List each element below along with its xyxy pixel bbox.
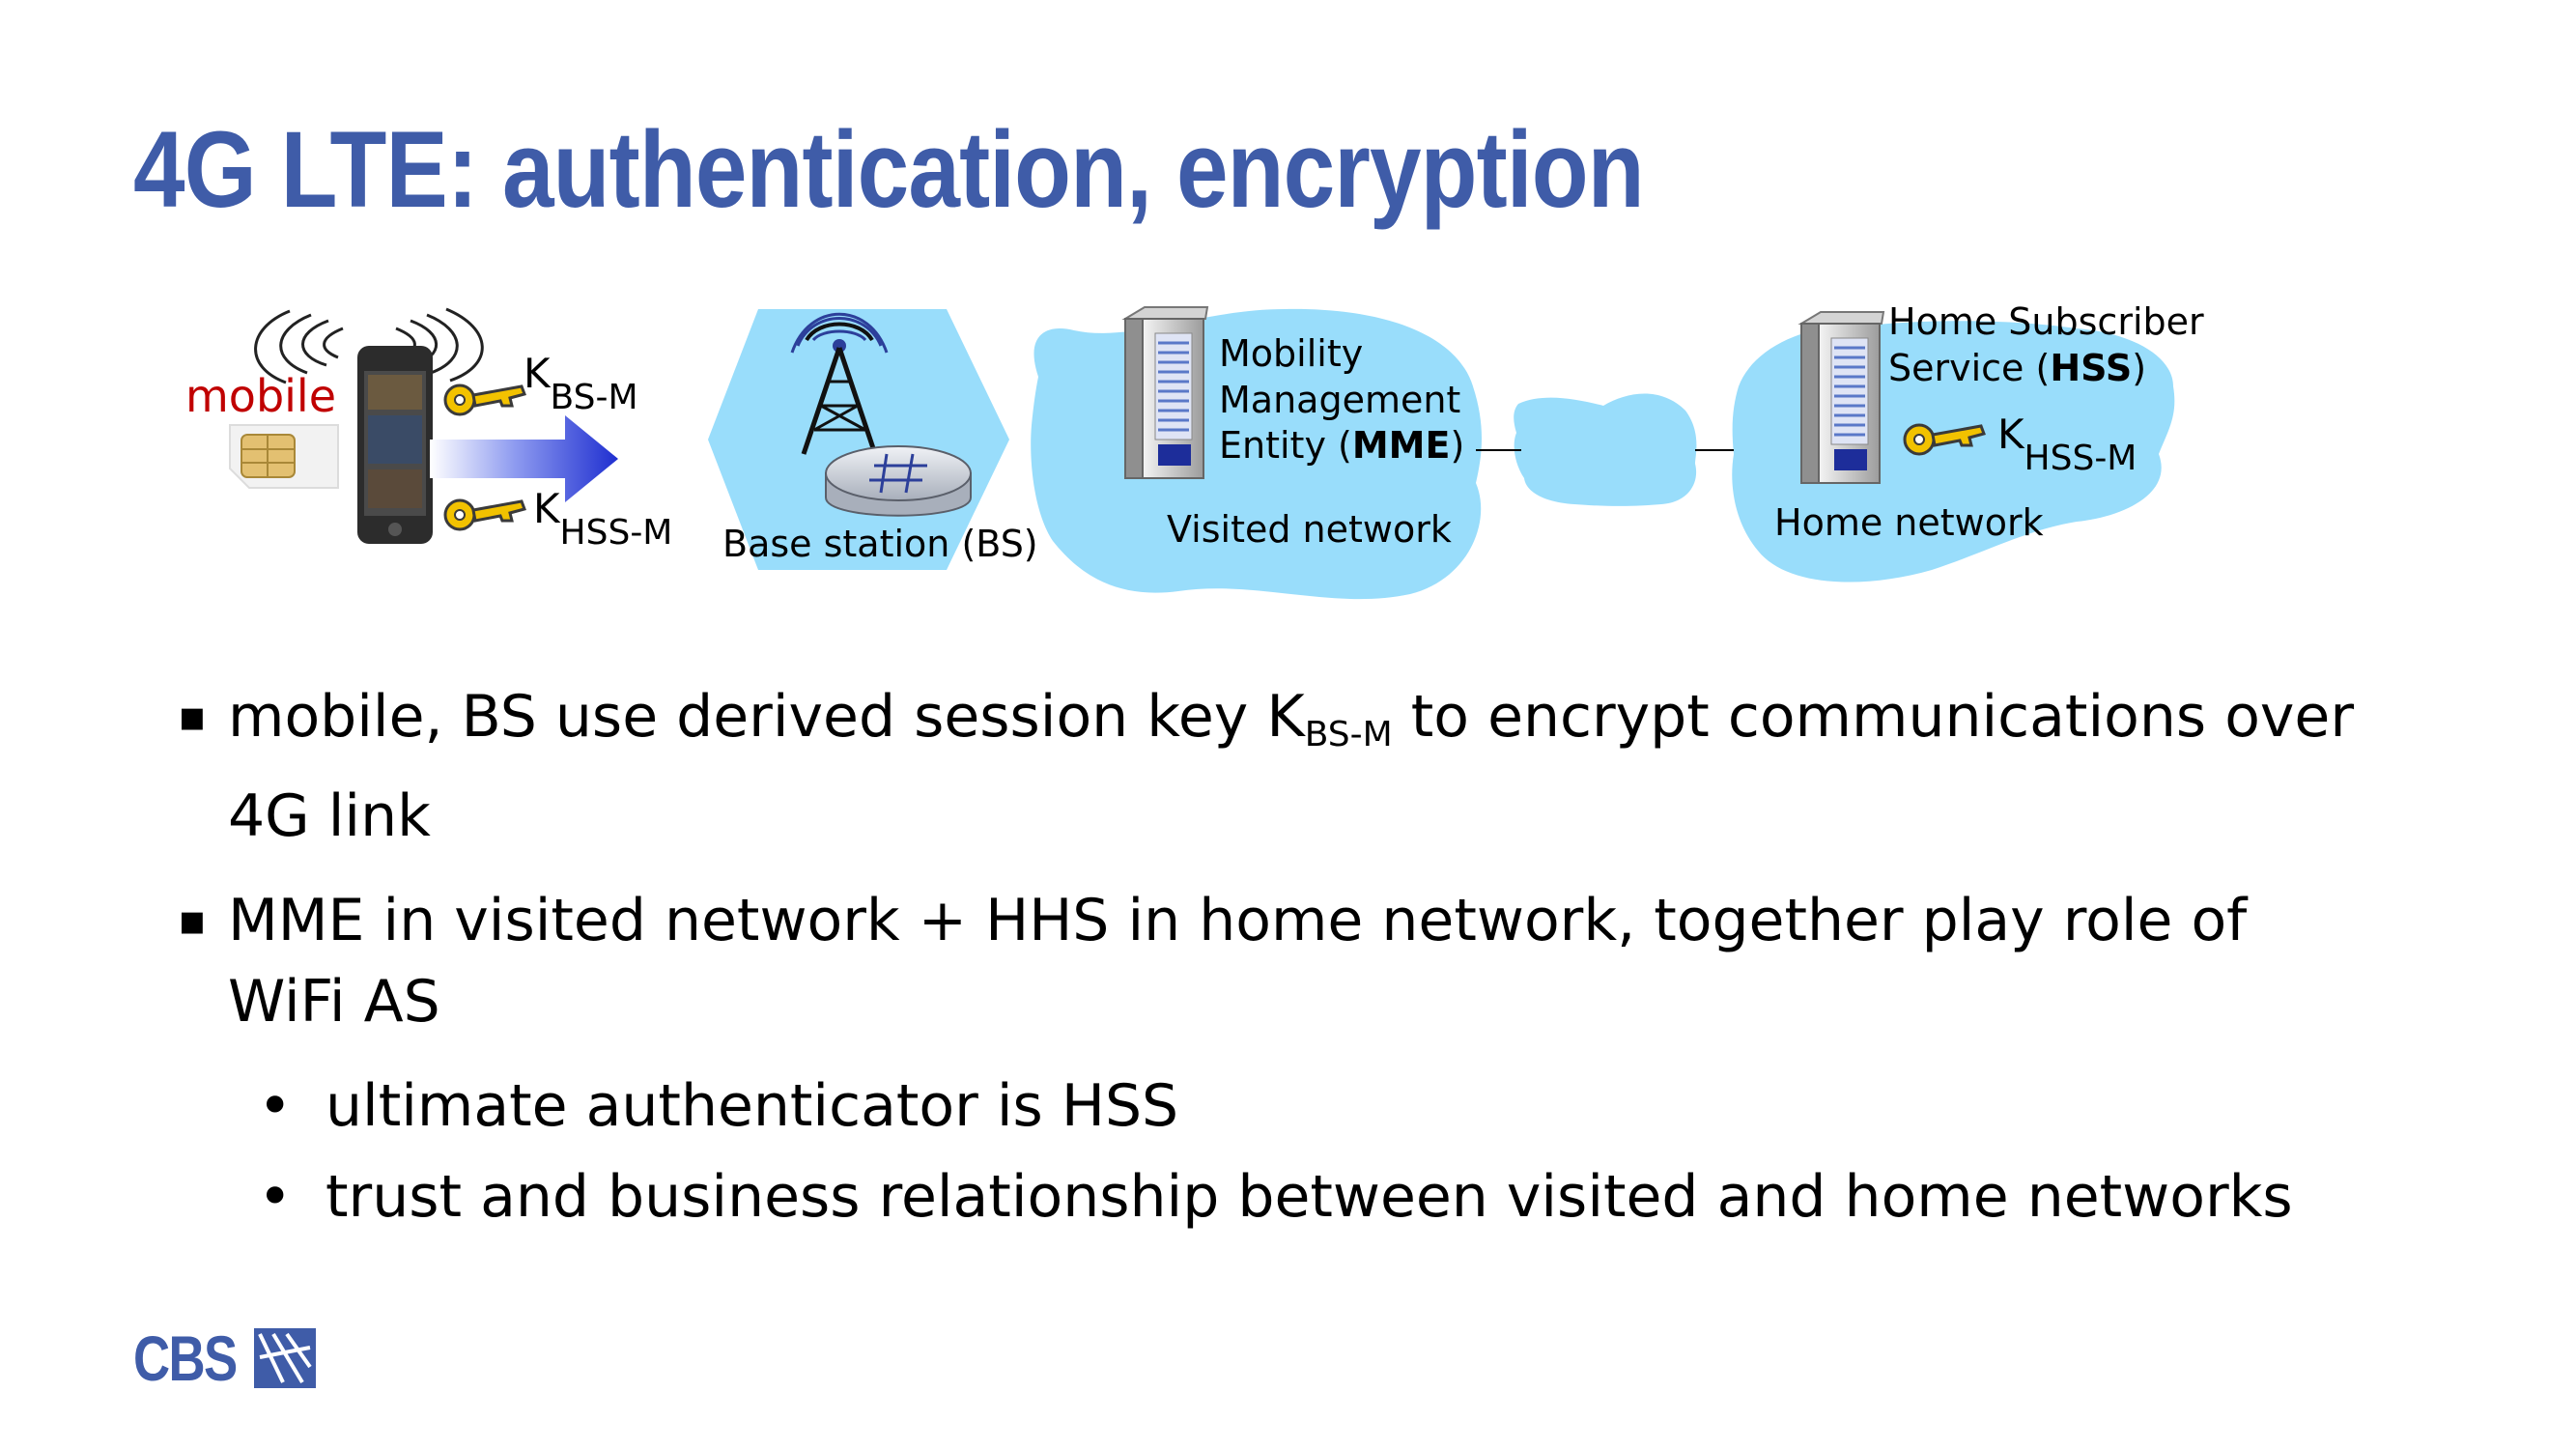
visited-network-label: Visited network bbox=[1167, 508, 1452, 551]
logo-text: CBS bbox=[133, 1322, 238, 1394]
key-hss-m-label: KHSS-M bbox=[533, 485, 673, 553]
key-hss-m-mobile-icon bbox=[443, 498, 526, 531]
bullet-list: ▪ mobile, BS use derived session key KBS… bbox=[178, 676, 2480, 1247]
home-network-label: Home network bbox=[1774, 501, 2044, 544]
bullet-item: ▪ mobile, BS use derived session key KBS… bbox=[178, 676, 2480, 857]
router-icon bbox=[825, 445, 972, 517]
internet-cloud bbox=[1514, 393, 1697, 506]
mobile-label: mobile bbox=[185, 370, 337, 422]
hss-key-label: KHSS-M bbox=[1997, 411, 2137, 478]
sub-bullet-marker: • bbox=[258, 1163, 293, 1231]
bullet-item: ▪ MME in visited network + HHS in home n… bbox=[178, 880, 2480, 1042]
sub-bullet-item: • ultimate authenticator is HSS bbox=[258, 1065, 2480, 1147]
sim-card-icon bbox=[229, 424, 339, 489]
mme-label: Mobility Management Entity (MME) bbox=[1219, 332, 1465, 467]
bullet-marker: ▪ bbox=[178, 895, 207, 945]
sub-bullet-item: • trust and business relationship betwee… bbox=[258, 1156, 2480, 1237]
base-station-label: Base station (BS) bbox=[722, 523, 1038, 565]
mobile-phone-icon bbox=[357, 346, 433, 544]
bullet-marker: ▪ bbox=[178, 692, 207, 741]
hss-server-icon bbox=[1798, 311, 1885, 484]
key-bs-m-icon bbox=[443, 384, 526, 416]
mme-server-icon bbox=[1121, 306, 1209, 479]
hss-label: Home Subscriber Service (HSS) bbox=[1888, 300, 2204, 389]
cbs-logo-mark-icon bbox=[254, 1328, 317, 1388]
key-bs-m-label: KBS-M bbox=[524, 350, 638, 417]
sub-bullet-marker: • bbox=[258, 1072, 293, 1140]
cbs-logo: CBS bbox=[133, 1321, 317, 1395]
